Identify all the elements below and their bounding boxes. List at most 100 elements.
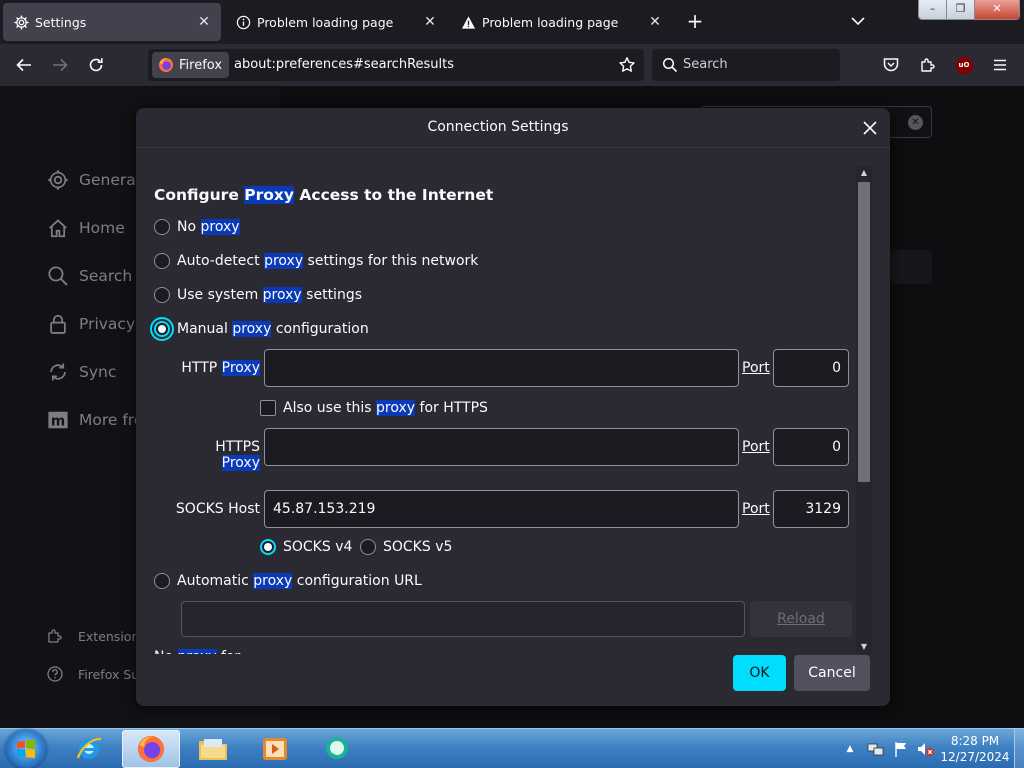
taskbar-file-explorer[interactable] (184, 730, 242, 768)
forward-button[interactable] (48, 53, 72, 77)
tab-title: Problem loading page (257, 14, 394, 30)
auto-proxy-url-radio[interactable]: Automatic proxy configuration URL (154, 573, 422, 589)
navigation-toolbar: Firefox about:preferences#searchResults … (0, 44, 1024, 86)
show-desktop-button[interactable] (1014, 729, 1024, 768)
ok-button[interactable]: OK (733, 655, 786, 691)
reload-button[interactable] (84, 53, 108, 77)
taskbar-firefox[interactable] (122, 730, 180, 768)
close-tab-icon[interactable]: ✕ (195, 13, 213, 31)
dialog-title: Connection Settings (427, 119, 569, 135)
socks-port-input[interactable]: 3129 (773, 490, 849, 528)
search-bar[interactable]: Search (652, 49, 840, 81)
sync-icon (46, 360, 70, 384)
search-placeholder: Search (683, 57, 728, 72)
option-label: SOCKS v4 (283, 539, 353, 555)
category-general[interactable]: General (46, 168, 140, 192)
pocket-button[interactable] (880, 54, 902, 76)
close-tab-icon[interactable]: ✕ (646, 13, 664, 31)
category-sync[interactable]: Sync (46, 360, 116, 384)
ublock-button[interactable]: uO (953, 54, 975, 76)
gear-icon (13, 14, 29, 30)
radio-button[interactable] (154, 287, 170, 303)
mozilla-m-icon: m (46, 408, 70, 432)
extensions-button[interactable] (917, 54, 939, 76)
action-center-flag-icon[interactable] (892, 740, 910, 758)
radio-button[interactable] (154, 573, 170, 589)
menu-button[interactable] (989, 54, 1011, 76)
close-icon (863, 121, 877, 135)
taskbar-media-player[interactable] (246, 730, 304, 768)
tab-problem-loading-1[interactable]: Problem loading page ✕ (225, 3, 447, 41)
close-window-button[interactable]: ✕ (975, 0, 1019, 19)
taskbar-chat-app[interactable] (308, 730, 366, 768)
manual-proxy-radio[interactable]: Manual proxy configuration (154, 321, 369, 337)
url-bar[interactable]: Firefox about:preferences#searchResults (148, 49, 644, 81)
socks-v4-radio[interactable]: SOCKS v4 (260, 539, 352, 555)
category-home[interactable]: Home (46, 216, 125, 240)
identity-box[interactable]: Firefox (152, 52, 230, 78)
socks-host-label: SOCKS Host (175, 501, 260, 517)
dialog-close-button[interactable] (858, 116, 882, 140)
dialog-body: Configure Proxy Access to the Internet N… (136, 149, 854, 654)
radio-button[interactable] (154, 253, 170, 269)
category-label: Sync (79, 363, 117, 381)
reload-pac-button[interactable]: Reload (750, 601, 852, 637)
network-icon[interactable] (866, 740, 886, 758)
https-port-input[interactable]: 0 (773, 428, 849, 466)
taskbar-internet-explorer[interactable] (60, 730, 118, 768)
checkbox[interactable] (260, 400, 276, 416)
url-text[interactable]: about:preferences#searchResults (234, 57, 454, 72)
home-icon (46, 216, 70, 240)
category-search[interactable]: Search (46, 264, 132, 288)
svg-text:m: m (51, 414, 65, 430)
clear-search-icon[interactable]: ✕ (908, 115, 923, 130)
http-proxy-label: HTTP Proxy (181, 360, 260, 376)
taskbar-clock[interactable]: 8:28 PM 12/27/2024 (940, 733, 1010, 765)
volume-muted-icon[interactable] (916, 740, 936, 758)
list-all-tabs-button[interactable] (848, 11, 868, 31)
identity-label: Firefox (179, 57, 223, 73)
https-port-label: Port (742, 439, 770, 455)
radio-button[interactable] (360, 539, 376, 555)
section-title-text: Configure (154, 186, 245, 204)
share-proxy-https-checkbox[interactable]: Also use this proxy for HTTPS (260, 400, 488, 416)
tab-title: Problem loading page (482, 14, 619, 30)
dialog-scrollbar[interactable]: ▲ ▼ (856, 166, 872, 654)
http-port-input[interactable]: 0 (773, 349, 849, 387)
scroll-thumb[interactable] (858, 182, 870, 482)
http-proxy-input[interactable] (264, 349, 739, 387)
start-button[interactable] (6, 730, 46, 768)
bookmark-star-icon[interactable] (618, 56, 636, 74)
radio-button-selected[interactable] (260, 539, 276, 555)
cancel-button[interactable]: Cancel (794, 655, 870, 691)
close-tab-icon[interactable]: ✕ (421, 13, 439, 31)
firefox-support-link[interactable]: Firefox Su (46, 665, 139, 683)
no-proxy-radio[interactable]: No proxy (154, 219, 240, 235)
arrow-right-icon (53, 58, 68, 72)
new-tab-button[interactable]: + (684, 11, 706, 33)
section-title-text: Access to the Internet (294, 186, 494, 204)
socks-v5-radio[interactable]: SOCKS v5 (360, 539, 452, 555)
socks-host-input[interactable]: 45.87.153.219 (264, 490, 739, 528)
tab-problem-loading-2[interactable]: Problem loading page ✕ (450, 3, 672, 41)
system-tray: ▲ (840, 729, 936, 768)
lock-icon (46, 312, 70, 336)
auto-detect-proxy-radio[interactable]: Auto-detect proxy settings for this netw… (154, 253, 478, 269)
tab-settings[interactable]: Settings ✕ (3, 3, 221, 41)
scroll-up-icon[interactable]: ▲ (856, 166, 872, 180)
restore-button[interactable]: ❐ (947, 0, 975, 19)
search-highlight: Proxy (244, 186, 294, 204)
scroll-down-icon[interactable]: ▼ (856, 640, 872, 654)
pac-url-input[interactable] (181, 601, 745, 637)
radio-button-selected[interactable] (154, 321, 170, 337)
pocket-icon (883, 58, 899, 72)
system-proxy-radio[interactable]: Use system proxy settings (154, 287, 362, 303)
back-button[interactable] (12, 53, 36, 77)
show-hidden-icons-icon[interactable]: ▲ (840, 744, 860, 754)
https-proxy-input[interactable] (264, 428, 739, 466)
category-more-from-mozilla[interactable]: m More fro (46, 408, 143, 432)
extensions-themes-link[interactable]: Extension (46, 627, 139, 645)
minimize-button[interactable]: – (919, 0, 947, 19)
search-result-row (890, 250, 932, 284)
radio-button[interactable] (154, 219, 170, 235)
